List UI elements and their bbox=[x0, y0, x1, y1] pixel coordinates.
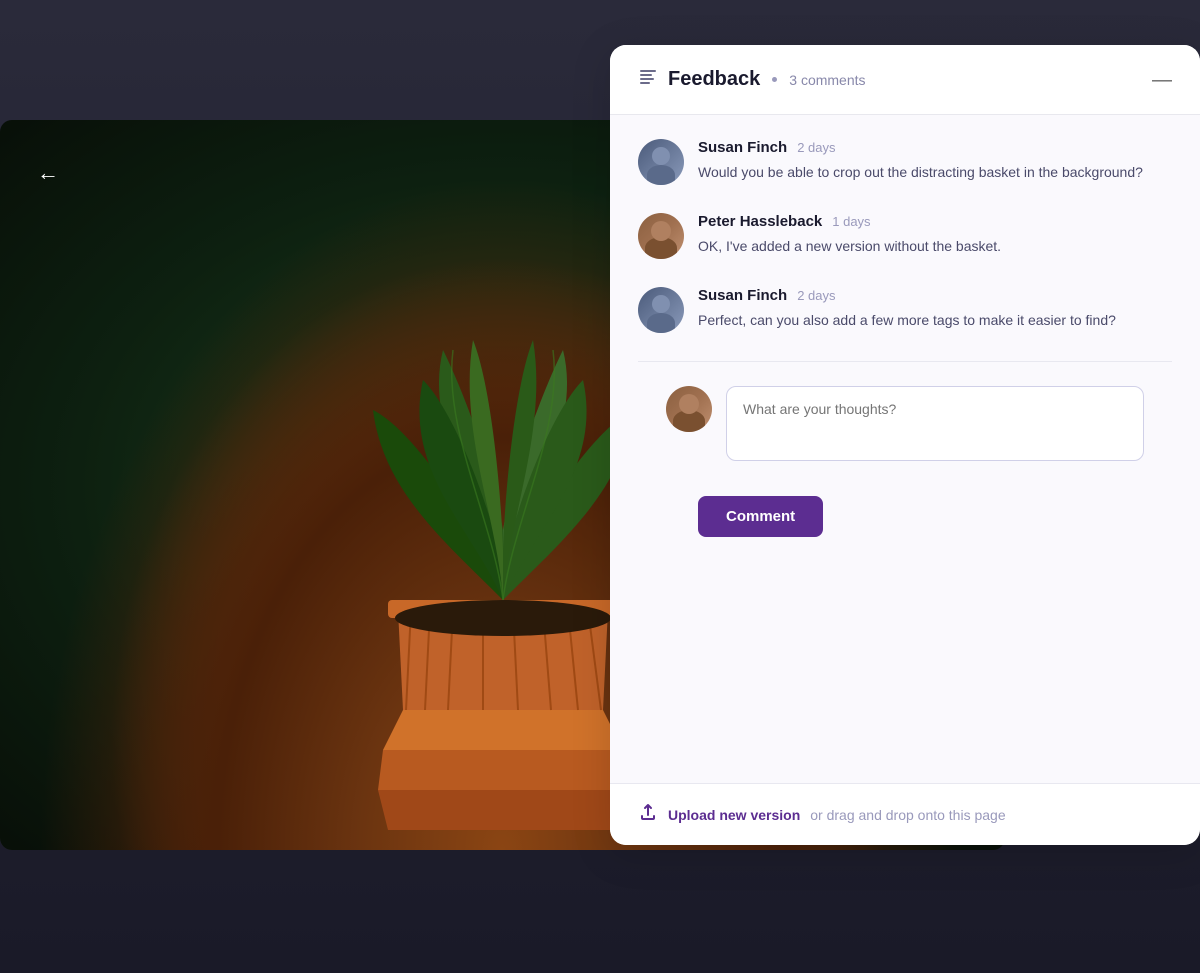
comment-submit-button[interactable]: Comment bbox=[698, 496, 823, 537]
comment-count: 3 comments bbox=[789, 72, 1152, 88]
avatar bbox=[638, 287, 684, 333]
comments-divider bbox=[638, 361, 1172, 362]
comment-item: Peter Hassleback 1 days OK, I've added a… bbox=[638, 213, 1172, 259]
back-button[interactable]: ← bbox=[30, 155, 66, 191]
upload-separator-text: or drag and drop onto this page bbox=[810, 807, 1005, 823]
comment-text: Perfect, can you also add a few more tag… bbox=[698, 310, 1172, 332]
avatar bbox=[638, 213, 684, 259]
upload-link[interactable]: Upload new version bbox=[668, 807, 800, 823]
header-dot-separator bbox=[772, 77, 777, 82]
back-arrow-icon: ← bbox=[37, 160, 59, 186]
commenter-name: Susan Finch bbox=[698, 287, 787, 304]
comment-content: Susan Finch 2 days Perfect, can you also… bbox=[698, 287, 1172, 333]
commenter-name: Peter Hassleback bbox=[698, 213, 822, 230]
feedback-icon bbox=[638, 67, 658, 92]
comment-content: Susan Finch 2 days Would you be able to … bbox=[698, 139, 1172, 185]
panel-title: Feedback bbox=[668, 68, 760, 91]
reply-textarea[interactable] bbox=[726, 386, 1144, 461]
comments-section: Susan Finch 2 days Would you be able to … bbox=[610, 115, 1200, 783]
comment-meta: Susan Finch 2 days bbox=[698, 139, 1172, 156]
reply-avatar bbox=[666, 386, 712, 432]
comment-item: Susan Finch 2 days Would you be able to … bbox=[638, 139, 1172, 185]
comment-content: Peter Hassleback 1 days OK, I've added a… bbox=[698, 213, 1172, 259]
comment-meta: Susan Finch 2 days bbox=[698, 287, 1172, 304]
avatar bbox=[638, 139, 684, 185]
commenter-name: Susan Finch bbox=[698, 139, 787, 156]
comment-time: 2 days bbox=[797, 288, 835, 303]
upload-section: Upload new version or drag and drop onto… bbox=[610, 783, 1200, 845]
comment-item: Susan Finch 2 days Perfect, can you also… bbox=[638, 287, 1172, 333]
minimize-button[interactable]: — bbox=[1152, 70, 1172, 90]
comment-time: 2 days bbox=[797, 140, 835, 155]
panel-header: Feedback 3 comments — bbox=[610, 45, 1200, 115]
reply-section bbox=[638, 386, 1172, 484]
upload-icon bbox=[638, 802, 658, 827]
comment-time: 1 days bbox=[832, 214, 870, 229]
comment-text: Would you be able to crop out the distra… bbox=[698, 162, 1172, 184]
reply-textarea-wrapper bbox=[726, 386, 1144, 466]
feedback-panel: Feedback 3 comments — Susan Finch 2 days… bbox=[610, 45, 1200, 845]
comment-meta: Peter Hassleback 1 days bbox=[698, 213, 1172, 230]
main-container: ← Feedback 3 comments — bbox=[0, 0, 1200, 973]
comment-text: OK, I've added a new version without the… bbox=[698, 236, 1172, 258]
